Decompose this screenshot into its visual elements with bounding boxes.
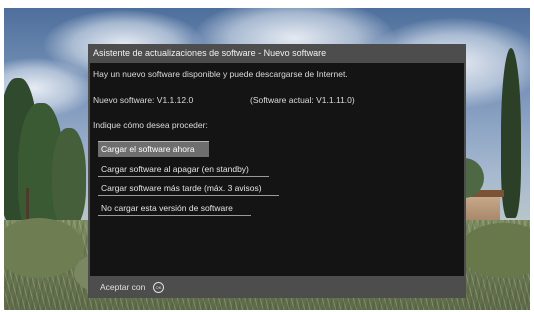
new-software-version: Nuevo software: V1.1.12.0 [93,95,194,105]
option-load-later[interactable]: Cargar software más tarde (máx. 3 avisos… [98,180,279,196]
option-load-now[interactable]: Cargar el software ahora [98,141,209,157]
option-do-not-load[interactable]: No cargar esta versión de software [98,200,251,216]
ok-button-icon[interactable]: OK [153,282,164,293]
accept-label: Aceptar con [100,282,146,292]
proceed-prompt: Indique cómo desea proceder: [93,120,208,130]
dialog-footer: Aceptar con OK [88,276,466,298]
dialog-body: Hay un nuevo software disponible y puede… [90,63,464,276]
current-software-version: (Software actual: V1.1.11.0) [250,95,355,105]
option-load-on-standby[interactable]: Cargar software al apagar (en standby) [98,161,269,177]
tv-screen: Asistente de actualizaciones de software… [4,8,530,310]
dialog-title: Asistente de actualizaciones de software… [93,48,327,58]
new-software-message: Hay un nuevo software disponible y puede… [93,69,348,79]
software-update-dialog: Asistente de actualizaciones de software… [88,44,466,298]
version-info: Nuevo software: V1.1.12.0 (Software actu… [93,95,355,105]
